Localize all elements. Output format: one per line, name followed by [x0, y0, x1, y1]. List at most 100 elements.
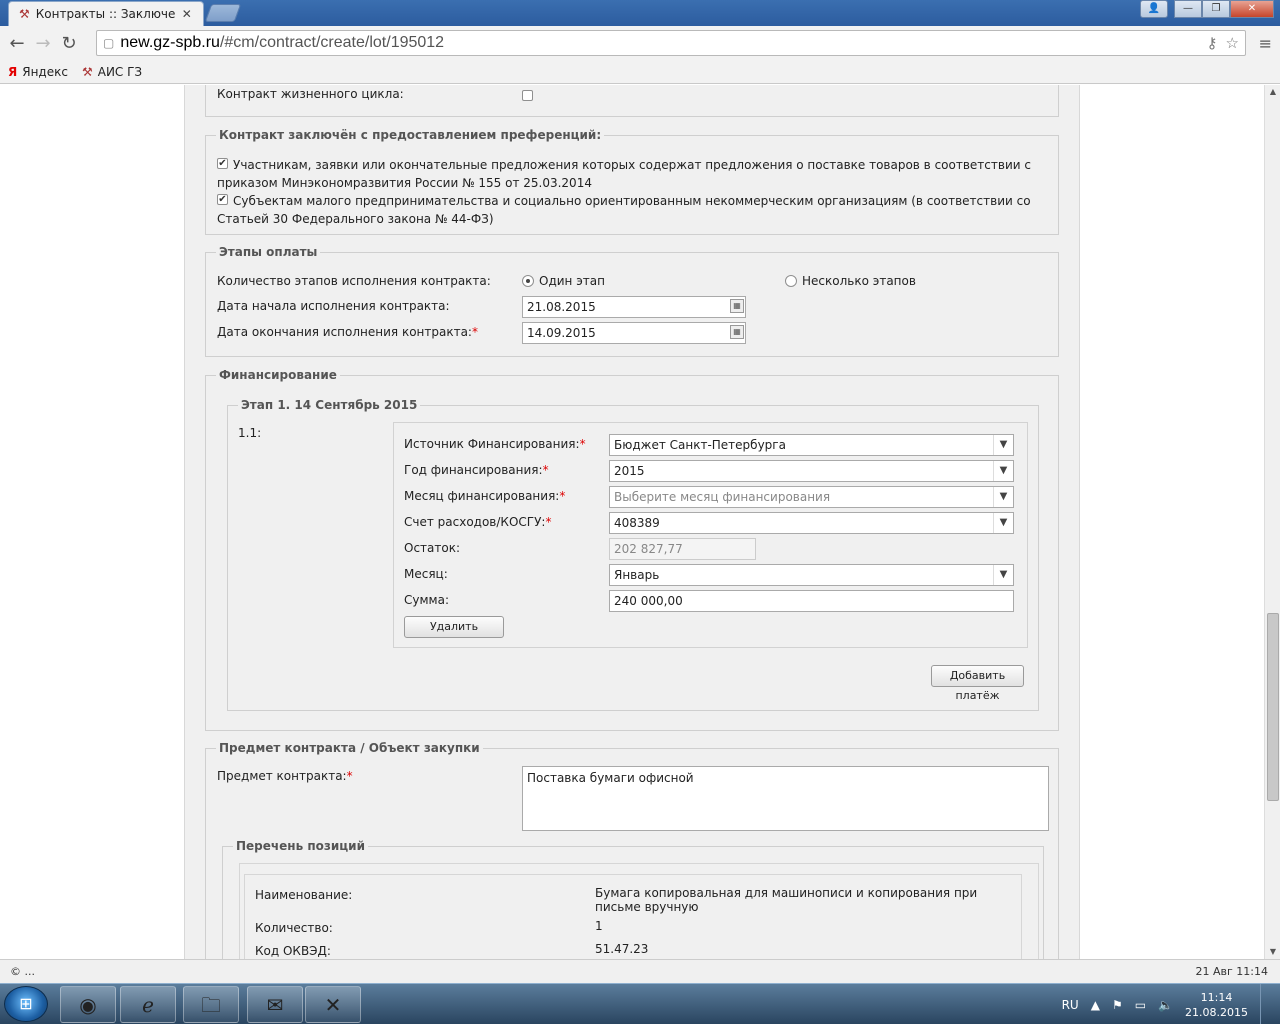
- star-icon[interactable]: ☆: [1226, 34, 1239, 52]
- chevron-down-icon: ▼: [993, 461, 1013, 481]
- tab-close-icon[interactable]: ✕: [182, 7, 192, 21]
- maximize-button[interactable]: ❐: [1202, 0, 1230, 18]
- sum-input[interactable]: 240 000,00: [609, 590, 1014, 612]
- menu-icon[interactable]: ≡: [1259, 34, 1272, 53]
- payment-stages-legend: Этапы оплаты: [216, 245, 321, 259]
- balance-input: 202 827,77: [609, 538, 756, 560]
- item-number: 1.1:: [238, 426, 262, 440]
- payment-item-box: Источник Финансирования:* Бюджет Санкт-П…: [393, 422, 1028, 648]
- ie-taskbar-icon[interactable]: ℯ: [120, 986, 176, 1023]
- delete-button[interactable]: Удалить: [404, 616, 504, 638]
- explorer-taskbar-icon[interactable]: 🗀: [183, 986, 239, 1023]
- subject-textarea[interactable]: Поставка бумаги офисной: [522, 766, 1049, 831]
- tray-expand-icon[interactable]: ▲: [1091, 998, 1100, 1012]
- month-label: Месяц:: [404, 567, 448, 581]
- start-date-label: Дата начала исполнения контракта:: [217, 299, 450, 313]
- clock[interactable]: 11:14 21.08.2015: [1185, 990, 1248, 1020]
- clock-time: 11:14: [1200, 990, 1233, 1004]
- year-label-text: Год финансирования:: [404, 463, 543, 477]
- title-bar: ⚒ Контракты :: Заключение ✕ 👤 — ❐ ✕: [0, 0, 1280, 26]
- account-label-text: Счет расходов/КОСГУ:: [404, 515, 546, 529]
- month-fin-label: Месяц финансирования:*: [404, 489, 566, 503]
- chevron-down-icon: ▼: [993, 487, 1013, 507]
- scroll-down-icon[interactable]: ▼: [1265, 945, 1280, 959]
- forward-icon[interactable]: →: [30, 33, 56, 54]
- excel-taskbar-icon[interactable]: ✕: [305, 986, 361, 1023]
- month-value: Январь: [614, 568, 660, 582]
- language-indicator[interactable]: RU: [1062, 998, 1079, 1012]
- lifecycle-fieldset: Контракт жизненного цикла:: [205, 85, 1059, 117]
- radio-single-stage[interactable]: [522, 275, 534, 287]
- position-name-label: Наименование:: [255, 888, 353, 902]
- account-select[interactable]: 408389 ▼: [609, 512, 1014, 534]
- vertical-scrollbar[interactable]: ▲ ▼: [1264, 85, 1280, 959]
- stage-legend: Этап 1. 14 Сентябрь 2015: [238, 398, 421, 412]
- show-desktop-button[interactable]: [1260, 984, 1270, 1024]
- tab-contracts[interactable]: ⚒ Контракты :: Заключение ✕: [8, 1, 204, 26]
- chevron-down-icon: ▼: [993, 435, 1013, 455]
- new-tab-button[interactable]: [204, 4, 242, 22]
- financing-legend: Финансирование: [216, 368, 340, 382]
- add-payment-button[interactable]: Добавить платёж: [931, 665, 1024, 702]
- bookmark-ais-gz[interactable]: ⚒ АИС ГЗ: [82, 65, 142, 79]
- volume-icon[interactable]: 🔈: [1158, 998, 1173, 1012]
- start-date-input[interactable]: 21.08.2015 ▦: [522, 296, 746, 318]
- preferences-legend: Контракт заключён с предоставлением преф…: [216, 128, 605, 142]
- page-viewport: Контракт жизненного цикла: Контракт закл…: [0, 85, 1264, 959]
- subject-legend: Предмет контракта / Объект закупки: [216, 741, 483, 755]
- position-box: Наименование: Бумага копировальная для м…: [239, 863, 1039, 959]
- status-left: © ...: [10, 965, 35, 978]
- positions-legend: Перечень позиций: [233, 839, 368, 853]
- lifecycle-checkbox[interactable]: [522, 90, 533, 101]
- source-select[interactable]: Бюджет Санкт-Петербурга ▼: [609, 434, 1014, 456]
- chrome-taskbar-icon[interactable]: ◉: [60, 986, 116, 1023]
- position-name-value: Бумага копировальная для машинописи и ко…: [595, 886, 978, 914]
- reload-icon[interactable]: ↻: [56, 33, 82, 54]
- clock-date: 21.08.2015: [1185, 1005, 1248, 1019]
- preferences-fieldset: Контракт заключён с предоставлением преф…: [205, 128, 1059, 235]
- month-fin-label-text: Месяц финансирования:: [404, 489, 560, 503]
- minimize-button[interactable]: —: [1174, 0, 1202, 18]
- address-bar[interactable]: ▢ new.gz-spb.ru/#cm/contract/create/lot/…: [96, 30, 1246, 56]
- scrollbar-thumb[interactable]: [1267, 613, 1279, 801]
- thunderbird-taskbar-icon[interactable]: ✉: [247, 986, 303, 1023]
- start-button[interactable]: ⊞: [4, 986, 48, 1022]
- bookmark-label: Яндекс: [22, 64, 68, 79]
- tab-title: Контракты :: Заключение: [35, 7, 176, 21]
- source-value: Бюджет Санкт-Петербурга: [614, 438, 786, 452]
- month-fin-select[interactable]: Выберите месяц финансирования ▼: [609, 486, 1014, 508]
- lifecycle-label: Контракт жизненного цикла:: [217, 87, 404, 101]
- url-path: /#cm/contract/create/lot/195012: [219, 34, 445, 51]
- user-icon[interactable]: 👤: [1140, 0, 1168, 18]
- contract-form: Контракт жизненного цикла: Контракт закл…: [184, 85, 1080, 959]
- radio-multi-stage[interactable]: [785, 275, 797, 287]
- end-date-input[interactable]: 14.09.2015 ▦: [522, 322, 746, 344]
- subject-label-text: Предмет контракта:: [217, 769, 347, 783]
- status-right: 21 Авг 11:14: [1195, 965, 1268, 978]
- bookmarks-bar: Я Яндекс ⚒ АИС ГЗ: [0, 60, 1280, 84]
- position-item: Наименование: Бумага копировальная для м…: [244, 874, 1022, 959]
- month-fin-placeholder: Выберите месяц финансирования: [614, 490, 831, 504]
- network-icon[interactable]: ▭: [1135, 998, 1146, 1012]
- payment-stages-fieldset: Этапы оплаты Количество этапов исполнени…: [205, 245, 1059, 357]
- scroll-up-icon[interactable]: ▲: [1265, 85, 1280, 99]
- year-select[interactable]: 2015 ▼: [609, 460, 1014, 482]
- site-favicon-icon: ⚒: [19, 7, 30, 21]
- preference-option-2: Субъектам малого предпринимательства и с…: [217, 194, 1031, 226]
- account-value: 408389: [614, 516, 660, 530]
- start-date-value: 21.08.2015: [527, 300, 596, 314]
- position-qty-label: Количество:: [255, 921, 333, 935]
- page-icon: ▢: [103, 36, 115, 50]
- chevron-down-icon: ▼: [993, 513, 1013, 533]
- subject-fieldset: Предмет контракта / Объект закупки Предм…: [205, 741, 1059, 959]
- back-icon[interactable]: ←: [4, 33, 30, 54]
- calendar-icon[interactable]: ▦: [730, 325, 744, 339]
- bookmark-yandex[interactable]: Я Яндекс: [8, 65, 68, 79]
- close-window-button[interactable]: ✕: [1230, 0, 1274, 18]
- flag-icon[interactable]: ⚑: [1112, 998, 1123, 1012]
- subject-label: Предмет контракта:*: [217, 769, 353, 783]
- calendar-icon[interactable]: ▦: [730, 299, 744, 313]
- month-select[interactable]: Январь ▼: [609, 564, 1014, 586]
- key-icon[interactable]: ⚷: [1207, 34, 1218, 52]
- financing-fieldset: Финансирование Этап 1. 14 Сентябрь 2015 …: [205, 368, 1059, 731]
